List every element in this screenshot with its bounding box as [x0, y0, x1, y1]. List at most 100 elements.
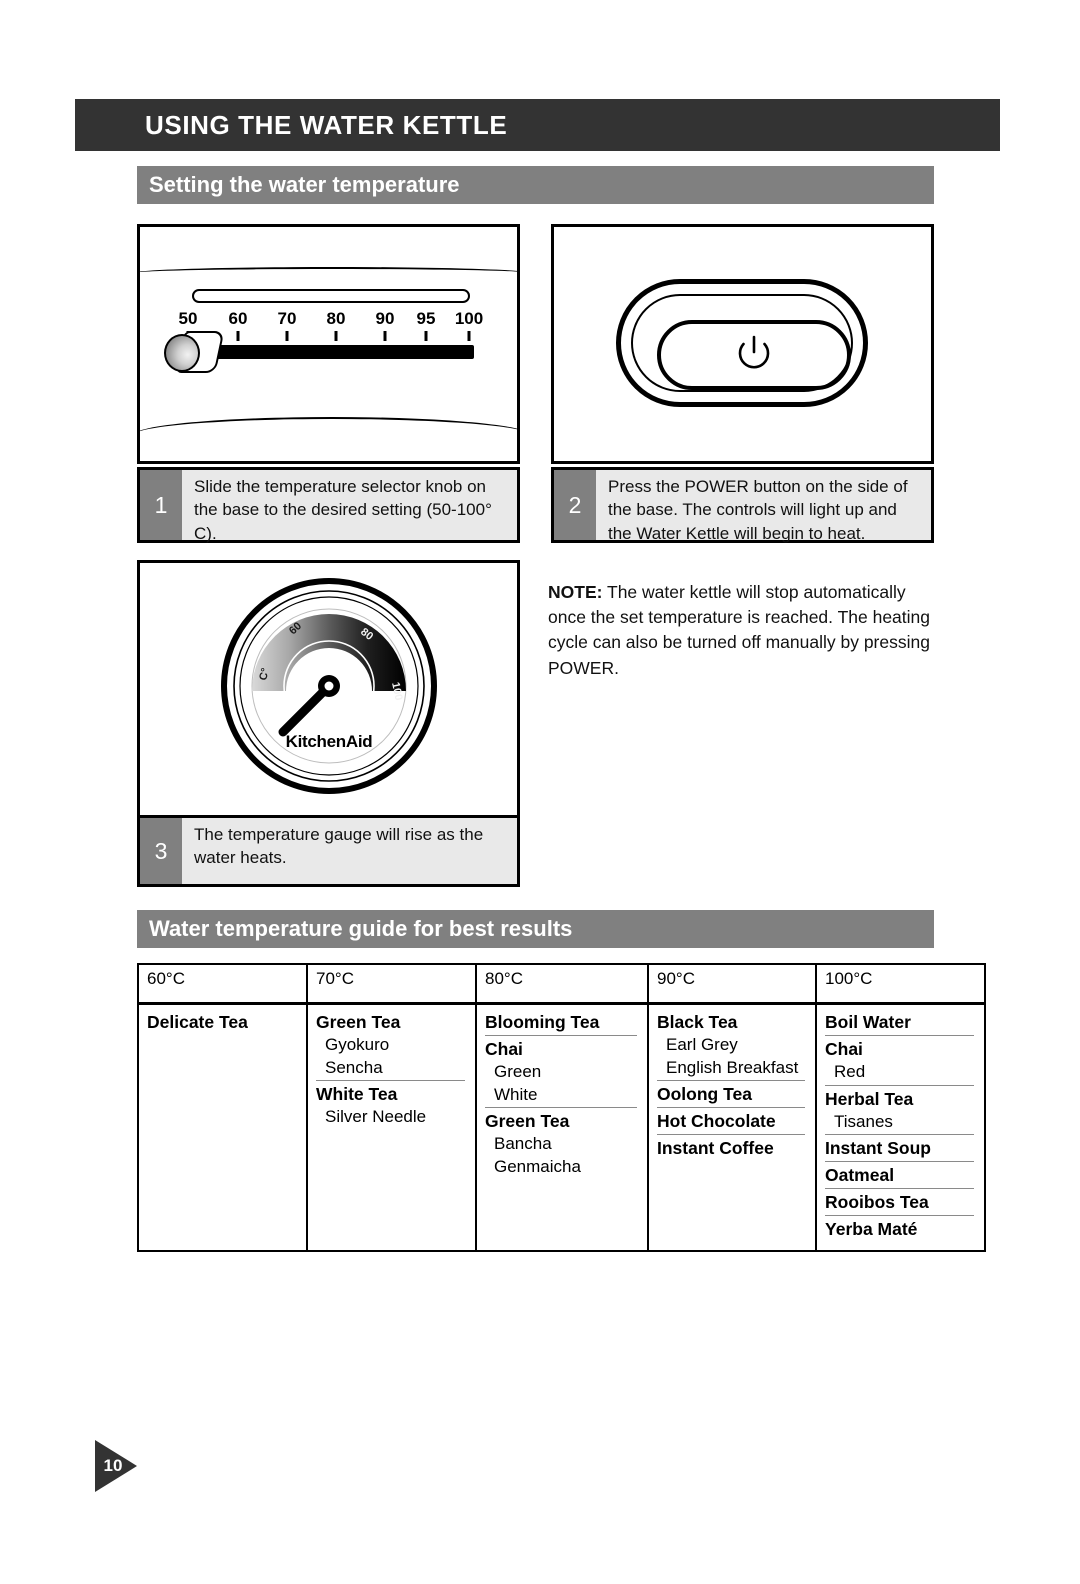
note-text: The water kettle will stop automatically… — [548, 581, 931, 678]
scale-tick-90 — [383, 331, 387, 341]
table-group: Chai Red — [825, 1038, 974, 1086]
scale-tick-100 — [467, 331, 471, 341]
column-header-100c: 100°C — [815, 963, 986, 1005]
section-header-guide-label: Water temperature guide for best results — [149, 916, 573, 941]
temperature-scale-labels: 50 60 70 80 90 95 100 — [178, 309, 484, 331]
table-cell-100c: Boil Water Chai Red Herbal Tea Tisanes Instan… — [815, 1002, 986, 1252]
power-icon — [738, 335, 770, 369]
table-row: Delicate Tea Green Tea Gyokuro Sencha White… — [137, 1002, 986, 1252]
gauge-brand-label: KitchenAid — [285, 732, 372, 751]
step-block-3: 3 The temperature gauge will rise as the… — [137, 815, 520, 887]
table-group-heading: Green Tea — [485, 1111, 570, 1132]
step-block-1: 1 Slide the temperature selector knob on… — [137, 467, 520, 543]
scale-label-60: 60 — [228, 309, 248, 328]
table-group-item: White — [494, 1084, 538, 1104]
table-group-item: Earl Grey — [666, 1035, 738, 1055]
step-number-2: 2 — [554, 470, 596, 540]
section-header-setting-label: Setting the water temperature — [149, 172, 460, 197]
table-cell-60c: Delicate Tea — [137, 1002, 308, 1252]
scale-label-50: 50 — [178, 309, 198, 328]
section-header-setting-temperature: Setting the water temperature — [137, 166, 934, 204]
step-number-1: 1 — [140, 470, 182, 540]
page-number-marker: 10 — [95, 1440, 147, 1492]
table-group: Yerba Maté — [825, 1218, 974, 1241]
power-button[interactable] — [657, 320, 851, 390]
selector-track — [206, 345, 474, 359]
table-group-item: English Breakfast — [666, 1057, 799, 1077]
table-group-heading: Chai — [825, 1039, 863, 1060]
table-header-row: 60°C 70°C 80°C 90°C 100°C — [137, 963, 986, 1005]
table-group-item: Bancha — [494, 1134, 552, 1154]
column-header-90c: 90°C — [647, 963, 817, 1005]
scale-tick-80 — [334, 331, 338, 341]
table-group: Rooibos Tea — [825, 1191, 974, 1217]
scale-label-80: 80 — [326, 309, 346, 328]
temperature-guide-table: 60°C 70°C 80°C 90°C 100°C Delicate Tea G… — [137, 963, 986, 1252]
table-group-item: Green — [494, 1062, 542, 1082]
table-group: Green Tea Gyokuro Sencha — [316, 1011, 465, 1081]
section-header-temperature-guide: Water temperature guide for best results — [137, 910, 934, 948]
scale-tick-60 — [236, 331, 240, 341]
table-group: Blooming Tea — [485, 1011, 637, 1037]
power-button-middle-ring — [631, 294, 853, 392]
table-group: Instant Coffee — [657, 1137, 805, 1160]
page-title: USING THE WATER KETTLE — [145, 109, 508, 140]
page-title-bar: USING THE WATER KETTLE — [75, 99, 1000, 151]
step-block-2: 2 Press the POWER button on the side of … — [551, 467, 934, 543]
gauge-icon: C° 60 80 100 KitchenAid — [220, 578, 437, 794]
table-cell-70c: Green Tea Gyokuro Sencha White Tea Silver Ne… — [306, 1002, 477, 1252]
scale-label-100: 100 — [454, 309, 484, 328]
table-group-heading: Delicate Tea — [147, 1012, 248, 1032]
scale-tick-70 — [285, 331, 289, 341]
step-text-1: Slide the temperature selector knob on t… — [194, 477, 492, 543]
table-group: Boil Water — [825, 1011, 974, 1037]
table-group-item: Sencha — [325, 1057, 383, 1077]
column-header-70c: 70°C — [306, 963, 477, 1005]
table-group: Hot Chocolate — [657, 1110, 805, 1136]
power-button-outer-ring — [616, 279, 868, 407]
step-text-3: The temperature gauge will rise as the w… — [194, 825, 484, 868]
table-cell-80c: Blooming Tea Chai Green White Green Tea Banch… — [475, 1002, 649, 1252]
table-group-heading: Oatmeal — [825, 1165, 895, 1186]
illustration-temperature-selector: 50 60 70 80 90 95 100 — [137, 224, 520, 464]
illustration-temperature-gauge: C° 60 80 100 KitchenAid — [137, 560, 520, 818]
table-group-heading: Chai — [485, 1039, 523, 1060]
table-group: Green Tea Bancha Genmaicha — [485, 1110, 637, 1178]
kettle-base-bottom-edge — [140, 417, 517, 435]
table-group: Oolong Tea — [657, 1083, 805, 1109]
note-label: NOTE: — [548, 581, 603, 602]
temperature-selector-knob[interactable] — [164, 331, 225, 375]
table-group-heading: Blooming Tea — [485, 1012, 600, 1032]
table-group: White Tea Silver Needle — [316, 1083, 465, 1129]
table-group: Herbal Tea Tisanes — [825, 1088, 974, 1136]
table-group-item: Genmaicha — [494, 1156, 581, 1176]
scale-label-95: 95 — [416, 309, 436, 328]
table-group-heading: Rooibos Tea — [825, 1192, 929, 1213]
table-group-heading: Boil Water — [825, 1012, 911, 1032]
table-group-heading: Yerba Maté — [825, 1219, 918, 1240]
knob-cap — [164, 334, 200, 372]
table-group-heading: Oolong Tea — [657, 1083, 752, 1104]
table-cell-90c: Black Tea Earl Grey English Breakfast Oolon… — [647, 1002, 817, 1252]
temperature-gauge: C° 60 80 100 KitchenAid — [220, 577, 438, 795]
table-group: Instant Soup — [825, 1137, 974, 1163]
temperature-scale-ticks — [180, 331, 480, 343]
step-text-2: Press the POWER button on the side of th… — [608, 477, 908, 543]
table-group: Delicate Tea — [147, 1011, 296, 1034]
table-group-item: Red — [834, 1062, 866, 1082]
table-group-item: Tisanes — [834, 1111, 893, 1131]
illustration-power-button — [551, 224, 934, 464]
column-header-60c: 60°C — [137, 963, 308, 1005]
table-group: Black Tea Earl Grey English Breakfast — [657, 1011, 805, 1081]
scale-tick-95 — [424, 331, 428, 341]
scale-label-90: 90 — [375, 309, 395, 328]
kettle-base-top-edge — [140, 267, 517, 285]
step-number-3: 3 — [140, 818, 182, 884]
table-group-heading: Herbal Tea — [825, 1088, 914, 1109]
table-group-heading: Green Tea — [316, 1012, 401, 1032]
table-group-item: Silver Needle — [325, 1107, 427, 1127]
selector-slot — [192, 289, 470, 303]
table-group-heading: Instant Soup — [825, 1138, 931, 1159]
table-group: Chai Green White — [485, 1038, 637, 1109]
table-group: Oatmeal — [825, 1164, 974, 1190]
